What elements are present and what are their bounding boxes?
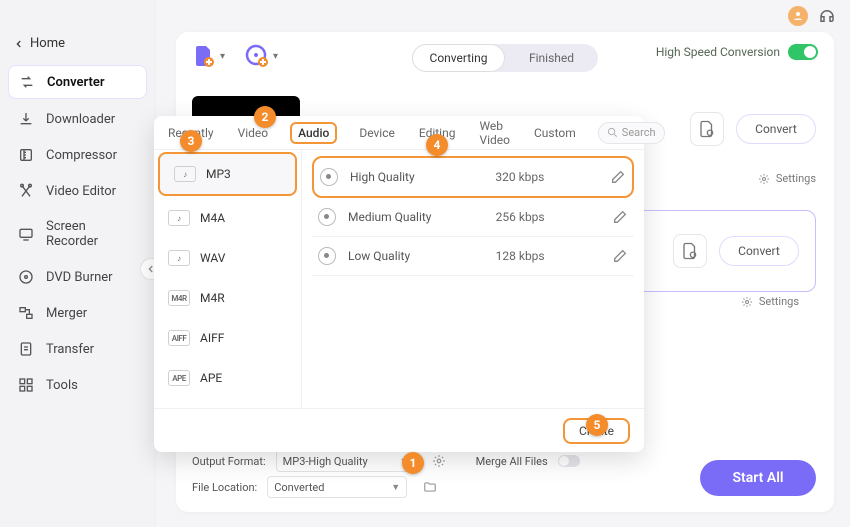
sidebar-item-merger[interactable]: Merger: [8, 297, 147, 329]
add-file-button[interactable]: ▾: [192, 44, 225, 68]
segment-converting[interactable]: Converting: [412, 44, 505, 72]
format-picker-popover: Recently Video Audio Device Editing Web …: [154, 116, 644, 452]
file-output-preset-button[interactable]: [690, 112, 724, 146]
sidebar-item-video-editor[interactable]: Video Editor: [8, 175, 147, 207]
start-all-button[interactable]: Start All: [700, 460, 816, 496]
output-format-select[interactable]: MP3-High Quality▼: [276, 450, 416, 472]
callout-1: 1: [402, 452, 424, 474]
callout-4: 4: [426, 134, 448, 156]
format-item-wav[interactable]: ♪WAV: [154, 238, 301, 278]
format-item-ape[interactable]: APEAPE: [154, 358, 301, 398]
merge-all-files-toggle[interactable]: [558, 455, 580, 467]
quality-radio-icon: [318, 208, 336, 226]
convert-button[interactable]: Convert: [719, 236, 799, 266]
user-avatar[interactable]: [788, 6, 808, 26]
format-item-m4r[interactable]: M4RM4R: [154, 278, 301, 318]
format-search-input[interactable]: Search: [598, 122, 665, 144]
output-format-label: Output Format:: [192, 455, 266, 468]
tab-custom[interactable]: Custom: [532, 122, 578, 144]
format-badge-icon: AIFF: [168, 330, 190, 346]
format-item-mp3[interactable]: ♪MP3: [158, 152, 297, 196]
sidebar-item-downloader[interactable]: Downloader: [8, 103, 147, 135]
chevron-left-icon: [14, 39, 24, 49]
sidebar-item-label: Merger: [46, 306, 87, 321]
quality-radio-icon: [318, 247, 336, 265]
support-headset-icon[interactable]: [818, 7, 836, 25]
sidebar-item-label: Compressor: [46, 148, 117, 163]
sidebar-item-label: DVD Burner: [46, 270, 113, 285]
edit-icon[interactable]: [610, 169, 626, 185]
sidebar-item-transfer[interactable]: Transfer: [8, 333, 147, 365]
audio-note-icon: ♪: [168, 250, 190, 266]
sidebar-item-compressor[interactable]: Compressor: [8, 139, 147, 171]
format-list: ♪MP3 ♪M4A ♪WAV M4RM4R AIFFAIFF APEAPE FL…: [154, 150, 302, 408]
sidebar-item-tools[interactable]: Tools: [8, 369, 147, 401]
quality-item-high[interactable]: High Quality 320 kbps: [312, 156, 634, 198]
tab-device[interactable]: Device: [357, 122, 397, 144]
tab-audio[interactable]: Audio: [290, 122, 337, 144]
edit-icon[interactable]: [612, 209, 628, 225]
sidebar-item-label: Converter: [47, 75, 105, 90]
merge-all-files-label: Merge All Files: [476, 455, 548, 468]
sidebar-item-label: Screen Recorder: [46, 219, 137, 249]
search-icon: [607, 127, 618, 138]
callout-3: 3: [180, 130, 202, 152]
sidebar-item-label: Video Editor: [46, 184, 116, 199]
add-disc-button[interactable]: ▾: [245, 44, 278, 68]
quality-item-low[interactable]: Low Quality 128 kbps: [312, 237, 634, 276]
sidebar-item-converter[interactable]: Converter: [8, 65, 147, 99]
file-settings-link[interactable]: Settings: [741, 295, 799, 308]
chevron-down-icon: ▾: [220, 51, 225, 62]
sidebar: Home Converter Downloader Compressor Vid…: [0, 0, 156, 527]
convert-button[interactable]: Convert: [736, 114, 816, 144]
format-badge-icon: M4R: [168, 290, 190, 306]
callout-2: 2: [254, 106, 276, 128]
tab-web-video[interactable]: Web Video: [477, 115, 512, 151]
chevron-down-icon: ▾: [273, 51, 278, 62]
callout-5: 5: [586, 414, 608, 436]
sidebar-item-dvd-burner[interactable]: DVD Burner: [8, 261, 147, 293]
sidebar-item-label: Downloader: [46, 112, 115, 127]
gear-small-icon[interactable]: [432, 454, 446, 468]
high-speed-conversion-toggle[interactable]: [788, 44, 818, 60]
audio-note-icon: ♪: [174, 166, 196, 182]
converting-finished-segmented[interactable]: Converting Finished: [412, 44, 598, 72]
sidebar-item-label: Tools: [46, 378, 78, 393]
quality-radio-icon: [320, 168, 338, 186]
file-location-label: File Location:: [192, 481, 257, 494]
open-folder-icon[interactable]: [423, 480, 437, 494]
format-item-m4a[interactable]: ♪M4A: [154, 198, 301, 238]
bottom-bar: Output Format: MP3-High Quality▼ Merge A…: [192, 448, 816, 500]
back-home-button[interactable]: Home: [0, 28, 155, 59]
segment-finished[interactable]: Finished: [505, 44, 598, 72]
sidebar-item-label: Transfer: [46, 342, 94, 357]
file-location-select[interactable]: Converted▼: [267, 476, 407, 498]
format-item-aiff[interactable]: AIFFAIFF: [154, 318, 301, 358]
audio-note-icon: ♪: [168, 210, 190, 226]
quality-item-medium[interactable]: Medium Quality 256 kbps: [312, 198, 634, 237]
chevron-down-icon: ▼: [391, 482, 400, 493]
quality-list: High Quality 320 kbps Medium Quality 256…: [302, 150, 644, 408]
edit-icon[interactable]: [612, 248, 628, 264]
format-badge-icon: APE: [168, 370, 190, 386]
sidebar-item-screen-recorder[interactable]: Screen Recorder: [8, 211, 147, 257]
file-settings-link[interactable]: Settings: [758, 172, 816, 185]
file-output-preset-button[interactable]: [673, 234, 707, 268]
home-label: Home: [30, 36, 65, 51]
format-item-flac[interactable]: FLACFLAC: [154, 398, 301, 408]
high-speed-conversion-label: High Speed Conversion: [656, 45, 780, 59]
